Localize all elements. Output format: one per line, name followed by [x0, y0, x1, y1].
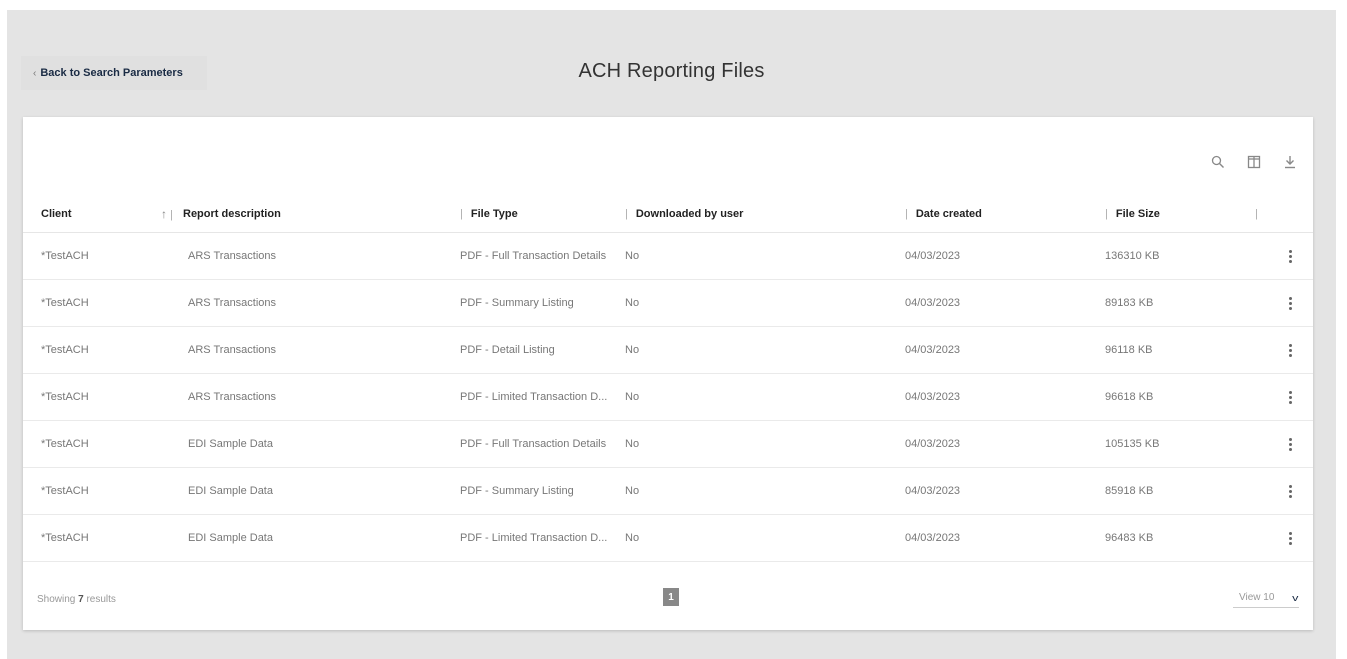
row-actions-cell: [1255, 232, 1313, 280]
header-file-size[interactable]: | File Size: [1105, 195, 1255, 233]
cell-downloaded: No: [625, 467, 905, 515]
cell-file-size: 105135 KB: [1105, 420, 1255, 468]
more-options-icon[interactable]: [1285, 531, 1295, 545]
pagination-page-button[interactable]: 1: [663, 588, 679, 606]
search-icon[interactable]: [1209, 153, 1227, 171]
more-options-icon[interactable]: [1285, 343, 1295, 357]
more-options-icon[interactable]: [1285, 484, 1295, 498]
table-header-row: Client ↑ | Report description | File Type …: [23, 195, 1313, 233]
header-actions: |: [1255, 195, 1313, 233]
reporting-files-table: Client ↑ | Report description | File Type …: [23, 195, 1313, 562]
table-row[interactable]: *TestACH ARS Transactions PDF - Limited …: [23, 373, 1313, 421]
cell-file-size: 96118 KB: [1105, 326, 1255, 374]
cell-file-size: 96618 KB: [1105, 373, 1255, 421]
page-title: ACH Reporting Files: [578, 60, 765, 82]
cell-file-type: PDF - Full Transaction Details: [460, 232, 625, 280]
cell-downloaded: No: [625, 326, 905, 374]
cell-date-created: 04/03/2023: [905, 467, 1105, 515]
results-card: Client ↑ | Report description | File Type …: [23, 117, 1313, 630]
table-toolbar: [1209, 153, 1299, 171]
table-row[interactable]: *TestACH EDI Sample Data PDF - Full Tran…: [23, 420, 1313, 468]
more-options-icon[interactable]: [1285, 390, 1295, 404]
cell-date-created: 04/03/2023: [905, 326, 1105, 374]
columns-icon[interactable]: [1245, 153, 1263, 171]
cell-file-type: PDF - Limited Transaction D...: [460, 514, 625, 562]
cell-report-description: ARS Transactions: [183, 279, 460, 327]
cell-client: *TestACH: [23, 326, 161, 374]
results-summary: Showing 7 results: [37, 594, 116, 605]
download-icon[interactable]: [1281, 153, 1299, 171]
cell-client: *TestACH: [23, 232, 161, 280]
cell-date-created: 04/03/2023: [905, 279, 1105, 327]
header-file-size-label: File Size: [1115, 207, 1160, 220]
header-downloaded-by-user[interactable]: | Downloaded by user: [625, 195, 905, 233]
cell-client: *TestACH: [23, 279, 161, 327]
cell-client: *TestACH: [23, 373, 161, 421]
table-row[interactable]: *TestACH ARS Transactions PDF - Summary …: [23, 279, 1313, 327]
page-size-value: View 10: [1239, 592, 1275, 603]
cell-report-description: EDI Sample Data: [183, 420, 460, 468]
cell-file-type: PDF - Summary Listing: [460, 467, 625, 515]
cell-report-description: EDI Sample Data: [183, 514, 460, 562]
cell-client: *TestACH: [23, 420, 161, 468]
more-options-icon[interactable]: [1285, 249, 1295, 263]
cell-client: *TestACH: [23, 467, 161, 515]
page-size-select[interactable]: View 10 v: [1233, 588, 1299, 608]
cell-file-type: PDF - Full Transaction Details: [460, 420, 625, 468]
chevron-down-icon: v: [1291, 592, 1298, 603]
row-actions-cell: [1255, 326, 1313, 374]
header-date-created[interactable]: | Date created: [905, 195, 1105, 233]
app-window: ‹ Back to Search Parameters ACH Reportin…: [7, 10, 1336, 659]
cell-date-created: 04/03/2023: [905, 373, 1105, 421]
cell-downloaded: No: [625, 373, 905, 421]
cell-downloaded: No: [625, 420, 905, 468]
cell-date-created: 04/03/2023: [905, 420, 1105, 468]
cell-date-created: 04/03/2023: [905, 514, 1105, 562]
cell-file-type: PDF - Limited Transaction D...: [460, 373, 625, 421]
cell-downloaded: No: [625, 514, 905, 562]
cell-report-description: EDI Sample Data: [183, 467, 460, 515]
results-prefix: Showing: [37, 594, 79, 605]
cell-date-created: 04/03/2023: [905, 232, 1105, 280]
more-options-icon[interactable]: [1285, 296, 1295, 310]
row-actions-cell: [1255, 514, 1313, 562]
more-options-icon[interactable]: [1285, 437, 1295, 451]
cell-report-description: ARS Transactions: [183, 232, 460, 280]
cell-report-description: ARS Transactions: [183, 373, 460, 421]
header-file-type-label: File Type: [470, 207, 518, 220]
cell-file-size: 85918 KB: [1105, 467, 1255, 515]
row-actions-cell: [1255, 420, 1313, 468]
cell-client: *TestACH: [23, 514, 161, 562]
header-downloaded-label: Downloaded by user: [635, 207, 744, 220]
table-row[interactable]: *TestACH ARS Transactions PDF - Full Tra…: [23, 232, 1313, 280]
row-actions-cell: [1255, 467, 1313, 515]
cell-report-description: ARS Transactions: [183, 326, 460, 374]
sort-ascending-icon[interactable]: ↑ |: [161, 195, 183, 233]
cell-file-type: PDF - Detail Listing: [460, 326, 625, 374]
row-actions-cell: [1255, 279, 1313, 327]
header-client[interactable]: Client: [23, 195, 161, 233]
cell-downloaded: No: [625, 232, 905, 280]
header-report-description-label: Report description: [183, 207, 281, 220]
header-date-created-label: Date created: [915, 207, 982, 220]
header-file-type[interactable]: | File Type: [460, 195, 625, 233]
cell-file-size: 136310 KB: [1105, 232, 1255, 280]
cell-file-size: 96483 KB: [1105, 514, 1255, 562]
cell-file-size: 89183 KB: [1105, 279, 1255, 327]
table-row[interactable]: *TestACH EDI Sample Data PDF - Summary L…: [23, 467, 1313, 515]
table-row[interactable]: *TestACH EDI Sample Data PDF - Limited T…: [23, 514, 1313, 562]
row-actions-cell: [1255, 373, 1313, 421]
cell-downloaded: No: [625, 279, 905, 327]
results-suffix: results: [83, 594, 116, 605]
header-report-description[interactable]: Report description: [183, 195, 460, 233]
table-footer: Showing 7 results 1 View 10 v: [23, 568, 1313, 630]
table-row[interactable]: *TestACH ARS Transactions PDF - Detail L…: [23, 326, 1313, 374]
cell-file-type: PDF - Summary Listing: [460, 279, 625, 327]
